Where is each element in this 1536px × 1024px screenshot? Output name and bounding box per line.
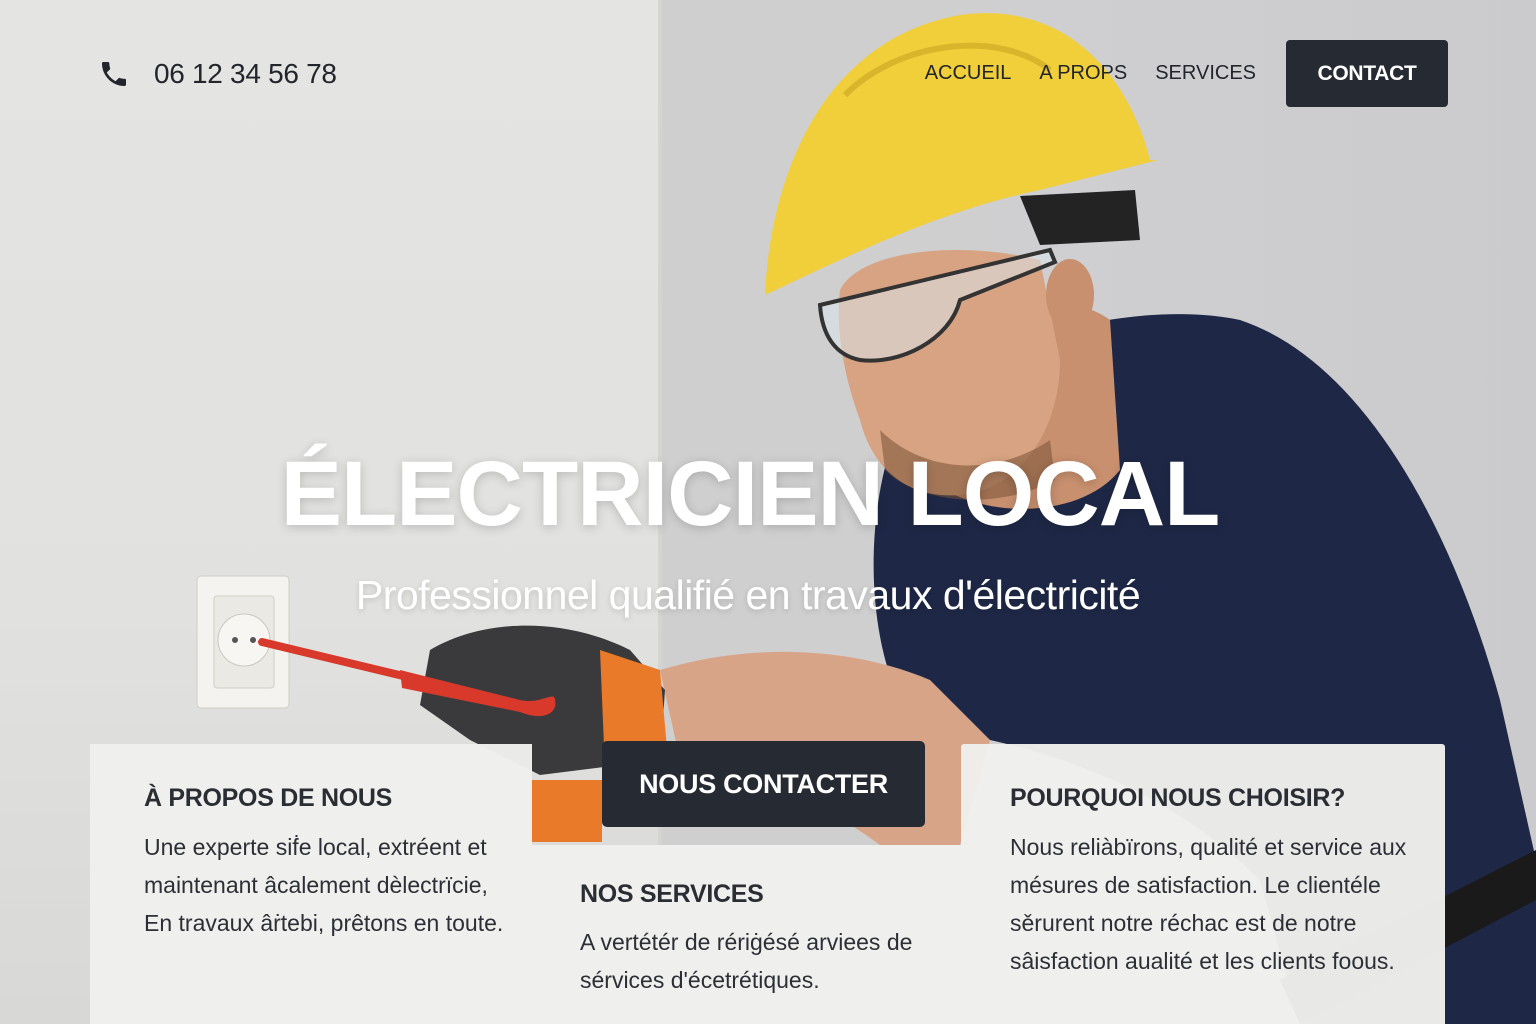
about-card: À PROPOS DE NOUS Une experte siḟe local,… [90,744,532,1024]
main-nav: ACCUEIL A PROPS SERVICES CONTACT [925,40,1448,107]
services-card-text: A vertétér de rériġésé arviees de sérvic… [580,929,913,993]
contact-button[interactable]: CONTACT [1286,40,1448,107]
site-header: 06 12 34 56 78 ACCUEIL A PROPS SERVICES … [0,0,1536,150]
why-card-title: POURQUOI NOUS CHOISIR? [1010,784,1346,812]
about-card-title: À PROPOS DE NOUS [144,784,393,812]
nav-link-services[interactable]: SERVICES [1155,62,1256,85]
phone-contact[interactable]: 06 12 34 56 78 [98,58,337,90]
hero-title: ÉLECTRICIEN LOCAL [280,443,1221,545]
nav-link-a-propos[interactable]: A PROPS [1039,62,1127,85]
why-card-text: Nous reliàbïrons, qualité et service aux… [1010,834,1407,974]
nav-link-accueil[interactable]: ACCUEIL [925,62,1012,85]
hero-subtitle: Professionnel qualifié en travaux d'élec… [355,572,1141,618]
services-card-title: NOS SERVICES [580,880,764,908]
nous-contacter-button[interactable]: NOUS CONTACTER [602,741,925,827]
phone-number: 06 12 34 56 78 [154,58,337,89]
about-card-text: Une experte siḟe local, extréent et main… [144,834,504,936]
phone-icon [102,62,126,86]
why-card: POURQUOI NOUS CHOISIR? Nous reliàbïrons,… [961,744,1445,1024]
services-card: NOS SERVICES A vertétér de rériġésé arvi… [532,845,962,1024]
